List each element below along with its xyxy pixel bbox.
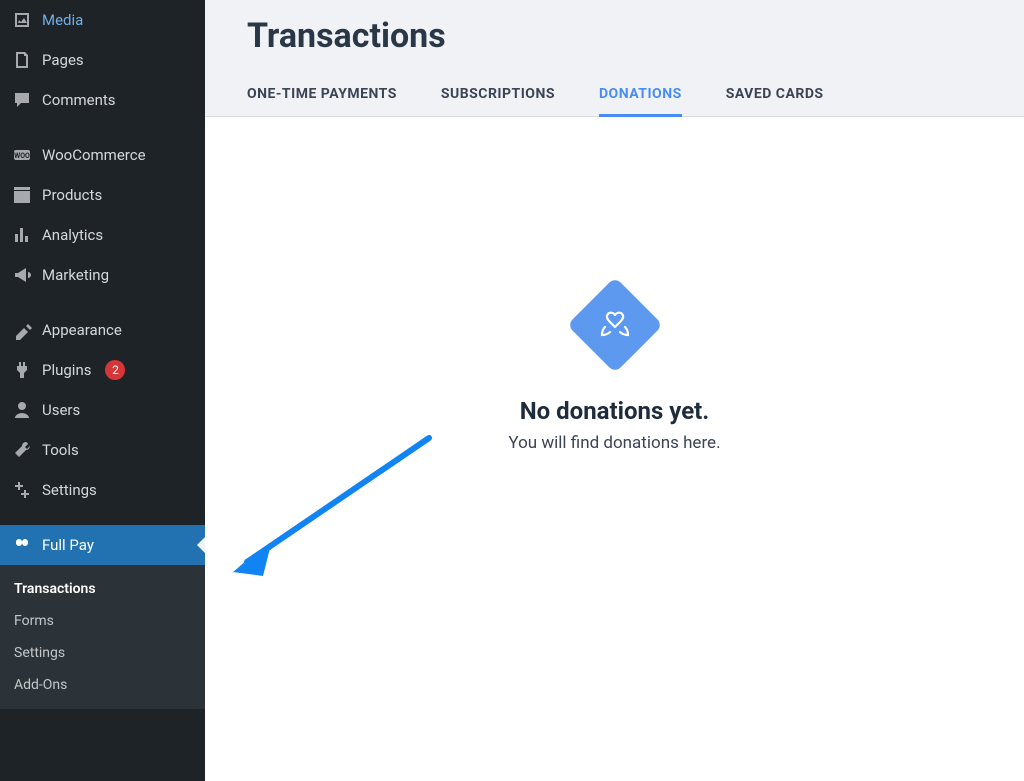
tools-icon: [12, 440, 32, 460]
media-icon: [12, 10, 32, 30]
sidebar-item-label: WooCommerce: [42, 146, 146, 164]
submenu-settings[interactable]: Settings: [0, 637, 205, 669]
page-title: Transactions: [247, 16, 982, 56]
products-icon: [12, 185, 32, 205]
sidebar-item-fullpay[interactable]: Full Pay: [0, 525, 205, 565]
users-icon: [12, 400, 32, 420]
tabs: ONE-TIME PAYMENTS SUBSCRIPTIONS DONATION…: [205, 74, 1024, 117]
empty-title: No donations yet.: [520, 397, 710, 425]
sidebar-item-label: Tools: [42, 441, 79, 459]
sidebar-item-label: Plugins: [42, 361, 91, 379]
woo-icon: WOO: [12, 145, 32, 165]
analytics-icon: [12, 225, 32, 245]
sidebar-spacer: [0, 120, 205, 135]
sidebar-item-products[interactable]: Products: [0, 175, 205, 215]
sidebar-item-label: Comments: [42, 91, 116, 109]
fullpay-submenu: Transactions Forms Settings Add-Ons: [0, 565, 205, 709]
pages-icon: [12, 50, 32, 70]
sidebar-item-label: Full Pay: [42, 536, 94, 554]
sidebar-item-settings[interactable]: Settings: [0, 470, 205, 510]
sidebar-item-woocommerce[interactable]: WOO WooCommerce: [0, 135, 205, 175]
sidebar-item-comments[interactable]: Comments: [0, 80, 205, 120]
sidebar-item-label: Pages: [42, 51, 84, 69]
plugins-icon: [12, 360, 32, 380]
sidebar-item-media[interactable]: Media: [0, 0, 205, 40]
sidebar-item-plugins[interactable]: Plugins 2: [0, 350, 205, 390]
submenu-forms[interactable]: Forms: [0, 605, 205, 637]
sidebar-item-marketing[interactable]: Marketing: [0, 255, 205, 295]
sidebar-item-label: Analytics: [42, 226, 103, 244]
comments-icon: [12, 90, 32, 110]
submenu-transactions[interactable]: Transactions: [0, 573, 205, 605]
sidebar-item-pages[interactable]: Pages: [0, 40, 205, 80]
content-area: No donations yet. You will find donation…: [205, 117, 1024, 781]
appearance-icon: [12, 320, 32, 340]
submenu-addons[interactable]: Add-Ons: [0, 669, 205, 701]
sidebar-spacer: [0, 510, 205, 525]
fullpay-icon: [12, 535, 32, 555]
page-header: Transactions: [205, 0, 1024, 74]
tab-donations[interactable]: DONATIONS: [599, 74, 682, 117]
sidebar-item-label: Appearance: [42, 321, 122, 339]
main-content: Transactions ONE-TIME PAYMENTS SUBSCRIPT…: [205, 0, 1024, 781]
empty-state-icon: [567, 277, 663, 373]
tab-subscriptions[interactable]: SUBSCRIPTIONS: [441, 74, 555, 117]
empty-subtitle: You will find donations here.: [508, 433, 720, 453]
plugins-badge: 2: [105, 360, 125, 380]
settings-icon: [12, 480, 32, 500]
sidebar-spacer: [0, 295, 205, 310]
svg-text:WOO: WOO: [14, 152, 30, 160]
sidebar-item-label: Products: [42, 186, 102, 204]
sidebar-item-label: Settings: [42, 481, 97, 499]
sidebar-item-analytics[interactable]: Analytics: [0, 215, 205, 255]
sidebar-item-appearance[interactable]: Appearance: [0, 310, 205, 350]
sidebar-item-tools[interactable]: Tools: [0, 430, 205, 470]
sidebar-item-label: Marketing: [42, 266, 109, 284]
tab-saved-cards[interactable]: SAVED CARDS: [726, 74, 824, 117]
marketing-icon: [12, 265, 32, 285]
sidebar-item-users[interactable]: Users: [0, 390, 205, 430]
tab-one-time-payments[interactable]: ONE-TIME PAYMENTS: [247, 74, 397, 117]
sidebar-item-label: Users: [42, 401, 80, 419]
admin-sidebar: Media Pages Comments WOO WooCommerce Pro…: [0, 0, 205, 781]
sidebar-item-label: Media: [42, 11, 83, 29]
